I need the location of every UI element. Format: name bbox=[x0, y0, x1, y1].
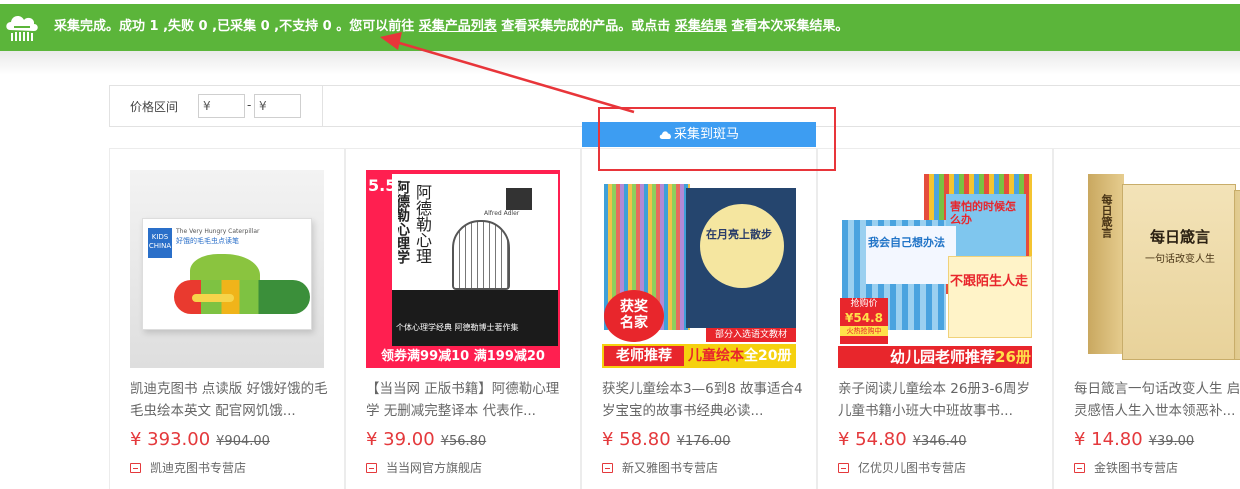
price-filter-bar: 价格区间 ¥ - ¥ bbox=[109, 85, 1240, 127]
cover-spine-title: 每日箴言 bbox=[1100, 194, 1113, 238]
product-title[interactable]: 亲子阅读儿童绘本 26册3-6周岁儿童书籍小班大中班故事书... bbox=[838, 378, 1040, 422]
award-badge: 获奖名家 bbox=[604, 290, 664, 342]
banner-shadow bbox=[0, 51, 1240, 75]
product-card[interactable]: 5.5 阿德勒心理学 阿德勒心理学 Alfred Adler 个体心理学经典 阿… bbox=[345, 149, 581, 489]
product-image[interactable]: KIDS CHINA The Very Hungry Caterpillar 好… bbox=[130, 170, 324, 368]
cover-picturebook-label: 儿童绘本全20册 bbox=[688, 346, 791, 366]
current-price: ¥ 54.80 bbox=[838, 429, 907, 450]
banner-message-middle: 查看采集完成的产品。或点击 bbox=[501, 19, 671, 34]
deal-price-badge: 抢购价 ¥54.8 火热抢购中 bbox=[840, 298, 888, 344]
cover-book-title: 在月亮上散步 bbox=[706, 228, 772, 241]
product-price: ¥ 14.80 ¥39.00 bbox=[1074, 429, 1194, 450]
store-icon bbox=[366, 463, 377, 473]
cover-book-title-en: The Very Hungry Caterpillar bbox=[176, 228, 260, 235]
current-price: ¥ 39.00 bbox=[366, 429, 435, 450]
banner-message: 采集完成。成功 1 ,失败 0 ,已采集 0 ,不支持 0 。您可以前往 采集产… bbox=[54, 17, 848, 37]
cloud-logo-icon bbox=[6, 16, 38, 41]
price-min-input[interactable]: ¥ bbox=[198, 94, 245, 118]
product-card[interactable]: 每日箴言 每日箴言 一句话改变人生 每日箴言一句话改变人生 启迪心灵感悟人生入世… bbox=[1053, 149, 1240, 489]
original-price: ¥56.80 bbox=[440, 434, 487, 449]
product-title[interactable]: 每日箴言一句话改变人生 启迪心灵感悟人生入世本领恶补... bbox=[1074, 378, 1240, 422]
product-grid: KIDS CHINA The Very Hungry Caterpillar 好… bbox=[109, 148, 1240, 489]
product-title[interactable]: 凯迪克图书 点读版 好饿好饿的毛毛虫绘本英文 配官网饥饿... bbox=[130, 378, 332, 422]
current-price: ¥ 58.80 bbox=[602, 429, 671, 450]
deal-price: ¥54.8 bbox=[845, 311, 883, 325]
shop-link[interactable]: 新又雅图书专营店 bbox=[602, 459, 718, 476]
price-separator: - bbox=[247, 98, 252, 112]
store-icon bbox=[838, 463, 849, 473]
price-max-input[interactable]: ¥ bbox=[254, 94, 301, 118]
deal-note: 火热抢购中 bbox=[840, 326, 888, 336]
banner-message-prefix: 采集完成。成功 1 ,失败 0 ,已采集 0 ,不支持 0 。您可以前往 bbox=[54, 19, 415, 34]
cover-book-title-cn: 好饿的毛毛虫点读笔 bbox=[176, 237, 239, 245]
current-price: ¥ 393.00 bbox=[130, 429, 211, 450]
cover-count: 26册 bbox=[995, 348, 1031, 366]
shop-name: 新又雅图书专营店 bbox=[622, 461, 719, 475]
product-card[interactable]: 在月亮上散步 获奖名家 部分入选语文教材 老师推荐 儿童绘本全20册 获奖儿童绘… bbox=[581, 149, 817, 489]
shop-name: 亿优贝儿图书专营店 bbox=[858, 461, 967, 475]
cover-series-tag: 个体心理学经典 阿德勒博士著作集 bbox=[396, 323, 519, 332]
original-price: ¥904.00 bbox=[216, 434, 270, 449]
banner-message-suffix: 查看本次采集结果。 bbox=[731, 19, 849, 34]
product-title[interactable]: 获奖儿童绘本3—6到8 故事适合4岁宝宝的故事书经典必读... bbox=[602, 378, 804, 422]
cover-title: 阿德勒心理学 bbox=[414, 184, 432, 264]
collection-result-banner: 采集完成。成功 1 ,失败 0 ,已采集 0 ,不支持 0 。您可以前往 采集产… bbox=[0, 4, 1240, 51]
cover-ribbon: 部分入选语文教材 bbox=[706, 328, 796, 342]
collect-to-zebra-button[interactable]: 采集到斑马 bbox=[582, 122, 816, 147]
product-price: ¥ 393.00 ¥904.00 bbox=[130, 429, 270, 450]
shop-link[interactable]: 亿优贝儿图书专营店 bbox=[838, 459, 966, 476]
original-price: ¥346.40 bbox=[912, 434, 967, 449]
store-icon bbox=[602, 463, 613, 473]
cover-label-b: 全20册 bbox=[744, 348, 792, 364]
product-price: ¥ 58.80 ¥176.00 bbox=[602, 429, 730, 450]
store-icon bbox=[130, 463, 141, 473]
filter-divider bbox=[322, 86, 323, 126]
shop-link[interactable]: 金铁图书专营店 bbox=[1074, 459, 1178, 476]
product-card[interactable]: 害怕的时候怎么办 我会自己想办法 不跟陌生人走 抢购价 ¥54.8 火热抢购中 … bbox=[817, 149, 1053, 489]
shop-name: 当当网官方旗舰店 bbox=[386, 461, 483, 475]
shop-name: 金铁图书专营店 bbox=[1094, 461, 1179, 475]
shop-name: 凯迪克图书专营店 bbox=[150, 461, 247, 475]
product-title[interactable]: 【当当网 正版书籍】阿德勒心理学 无删减完整译本 代表作... bbox=[366, 378, 568, 422]
cover-book1-title: 害怕的时候怎么办 bbox=[950, 200, 1016, 226]
cover-author: Alfred Adler bbox=[484, 210, 520, 217]
collect-button-label: 采集到斑马 bbox=[673, 127, 739, 142]
cover-vertical-title: 阿德勒心理学 bbox=[398, 180, 410, 264]
coupon-banner: 领券满99减10 满199减20 bbox=[366, 346, 560, 368]
original-price: ¥39.00 bbox=[1148, 434, 1195, 449]
product-list-link[interactable]: 采集产品列表 bbox=[419, 19, 497, 34]
current-price: ¥ 14.80 bbox=[1074, 429, 1143, 450]
cover-teacher-tag: 老师推荐 bbox=[604, 346, 684, 366]
product-image[interactable]: 每日箴言 每日箴言 一句话改变人生 bbox=[1074, 170, 1240, 368]
kids-china-logo: KIDS CHINA bbox=[148, 228, 172, 258]
product-price: ¥ 39.00 ¥56.80 bbox=[366, 429, 486, 450]
cover-label-a: 儿童绘本 bbox=[688, 348, 744, 364]
product-card[interactable]: KIDS CHINA The Very Hungry Caterpillar 好… bbox=[109, 149, 345, 489]
cover-bottom-text: 幼儿园老师推荐 bbox=[890, 348, 996, 366]
store-icon bbox=[1074, 463, 1085, 473]
cover-subtitle: 一句话改变人生 bbox=[1145, 254, 1215, 265]
cloud-icon bbox=[659, 131, 671, 139]
product-price: ¥ 54.80 ¥346.40 bbox=[838, 429, 966, 450]
shop-link[interactable]: 当当网官方旗舰店 bbox=[366, 459, 482, 476]
product-image[interactable]: 在月亮上散步 获奖名家 部分入选语文教材 老师推荐 儿童绘本全20册 bbox=[602, 170, 796, 368]
cover-book3-title: 不跟陌生人走 bbox=[950, 274, 1029, 289]
product-image[interactable]: 害怕的时候怎么办 我会自己想办法 不跟陌生人走 抢购价 ¥54.8 火热抢购中 … bbox=[838, 170, 1032, 368]
original-price: ¥176.00 bbox=[676, 434, 731, 449]
cover-main-title: 每日箴言 bbox=[1149, 228, 1210, 246]
product-image[interactable]: 5.5 阿德勒心理学 阿德勒心理学 Alfred Adler 个体心理学经典 阿… bbox=[366, 170, 560, 368]
shop-link[interactable]: 凯迪克图书专营店 bbox=[130, 459, 246, 476]
collection-results-link[interactable]: 采集结果 bbox=[675, 19, 727, 34]
cover-bottom-label: 幼儿园老师推荐26册 bbox=[890, 346, 1031, 368]
deal-label: 抢购价 bbox=[850, 299, 878, 309]
cover-book2-title: 我会自己想办法 bbox=[868, 236, 945, 249]
price-range-label: 价格区间 bbox=[130, 100, 179, 114]
